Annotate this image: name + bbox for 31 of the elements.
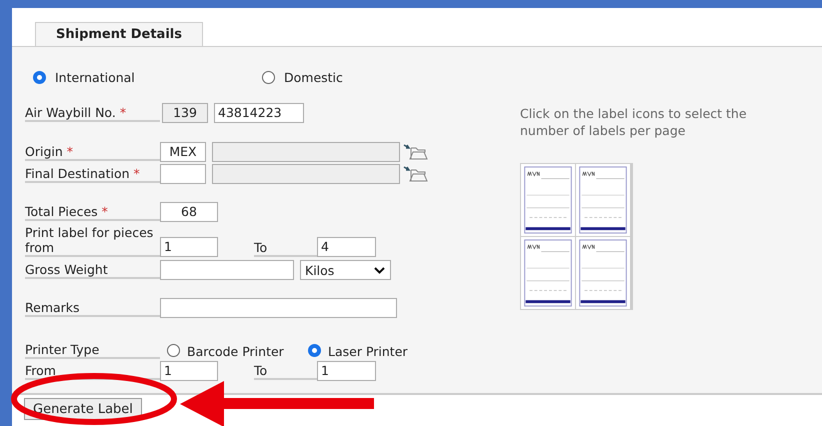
radio-label: International: [55, 70, 135, 84]
label-sheet-icon[interactable]: [576, 164, 630, 236]
awb-number-field[interactable]: 43814223: [214, 103, 304, 123]
radio-button[interactable]: [262, 70, 275, 84]
pieces-to-field[interactable]: 4: [317, 237, 376, 257]
radio-button[interactable]: [308, 344, 321, 356]
folder-icon[interactable]: [403, 144, 429, 160]
destination-code-field[interactable]: [160, 164, 206, 184]
pieces-from-field[interactable]: 1: [160, 237, 218, 257]
radio-label: Domestic: [284, 70, 343, 84]
radio-label: Laser Printer: [328, 343, 408, 359]
folder-icon[interactable]: [403, 166, 429, 182]
radio-button[interactable]: [33, 70, 46, 84]
remarks-field[interactable]: [160, 298, 397, 318]
hint-text: Click on the label icons to select the number of labels per page: [520, 105, 748, 139]
label-sheet-icon[interactable]: [521, 164, 575, 236]
radio-label: Barcode Printer: [187, 343, 284, 359]
origin-code-field[interactable]: MEX: [160, 142, 206, 162]
label-sheet-icon[interactable]: [576, 237, 630, 309]
page-to-field[interactable]: 1: [317, 361, 376, 381]
gross-weight-field[interactable]: [160, 260, 294, 280]
total-pieces-field[interactable]: 68: [160, 202, 218, 222]
chevron-down-icon: [374, 266, 385, 274]
shipment-details-tab[interactable]: Shipment Details: [35, 22, 203, 46]
unit-dropdown[interactable]: Kilos: [300, 260, 391, 280]
radio-button[interactable]: [167, 344, 180, 356]
awb-prefix-field[interactable]: 139: [162, 103, 208, 123]
field-label: Air Waybill No. *: [25, 104, 160, 122]
page-from-field[interactable]: 1: [160, 361, 218, 381]
label-sheet-icon[interactable]: [521, 237, 575, 309]
field-label: Printer Type: [25, 342, 160, 358]
